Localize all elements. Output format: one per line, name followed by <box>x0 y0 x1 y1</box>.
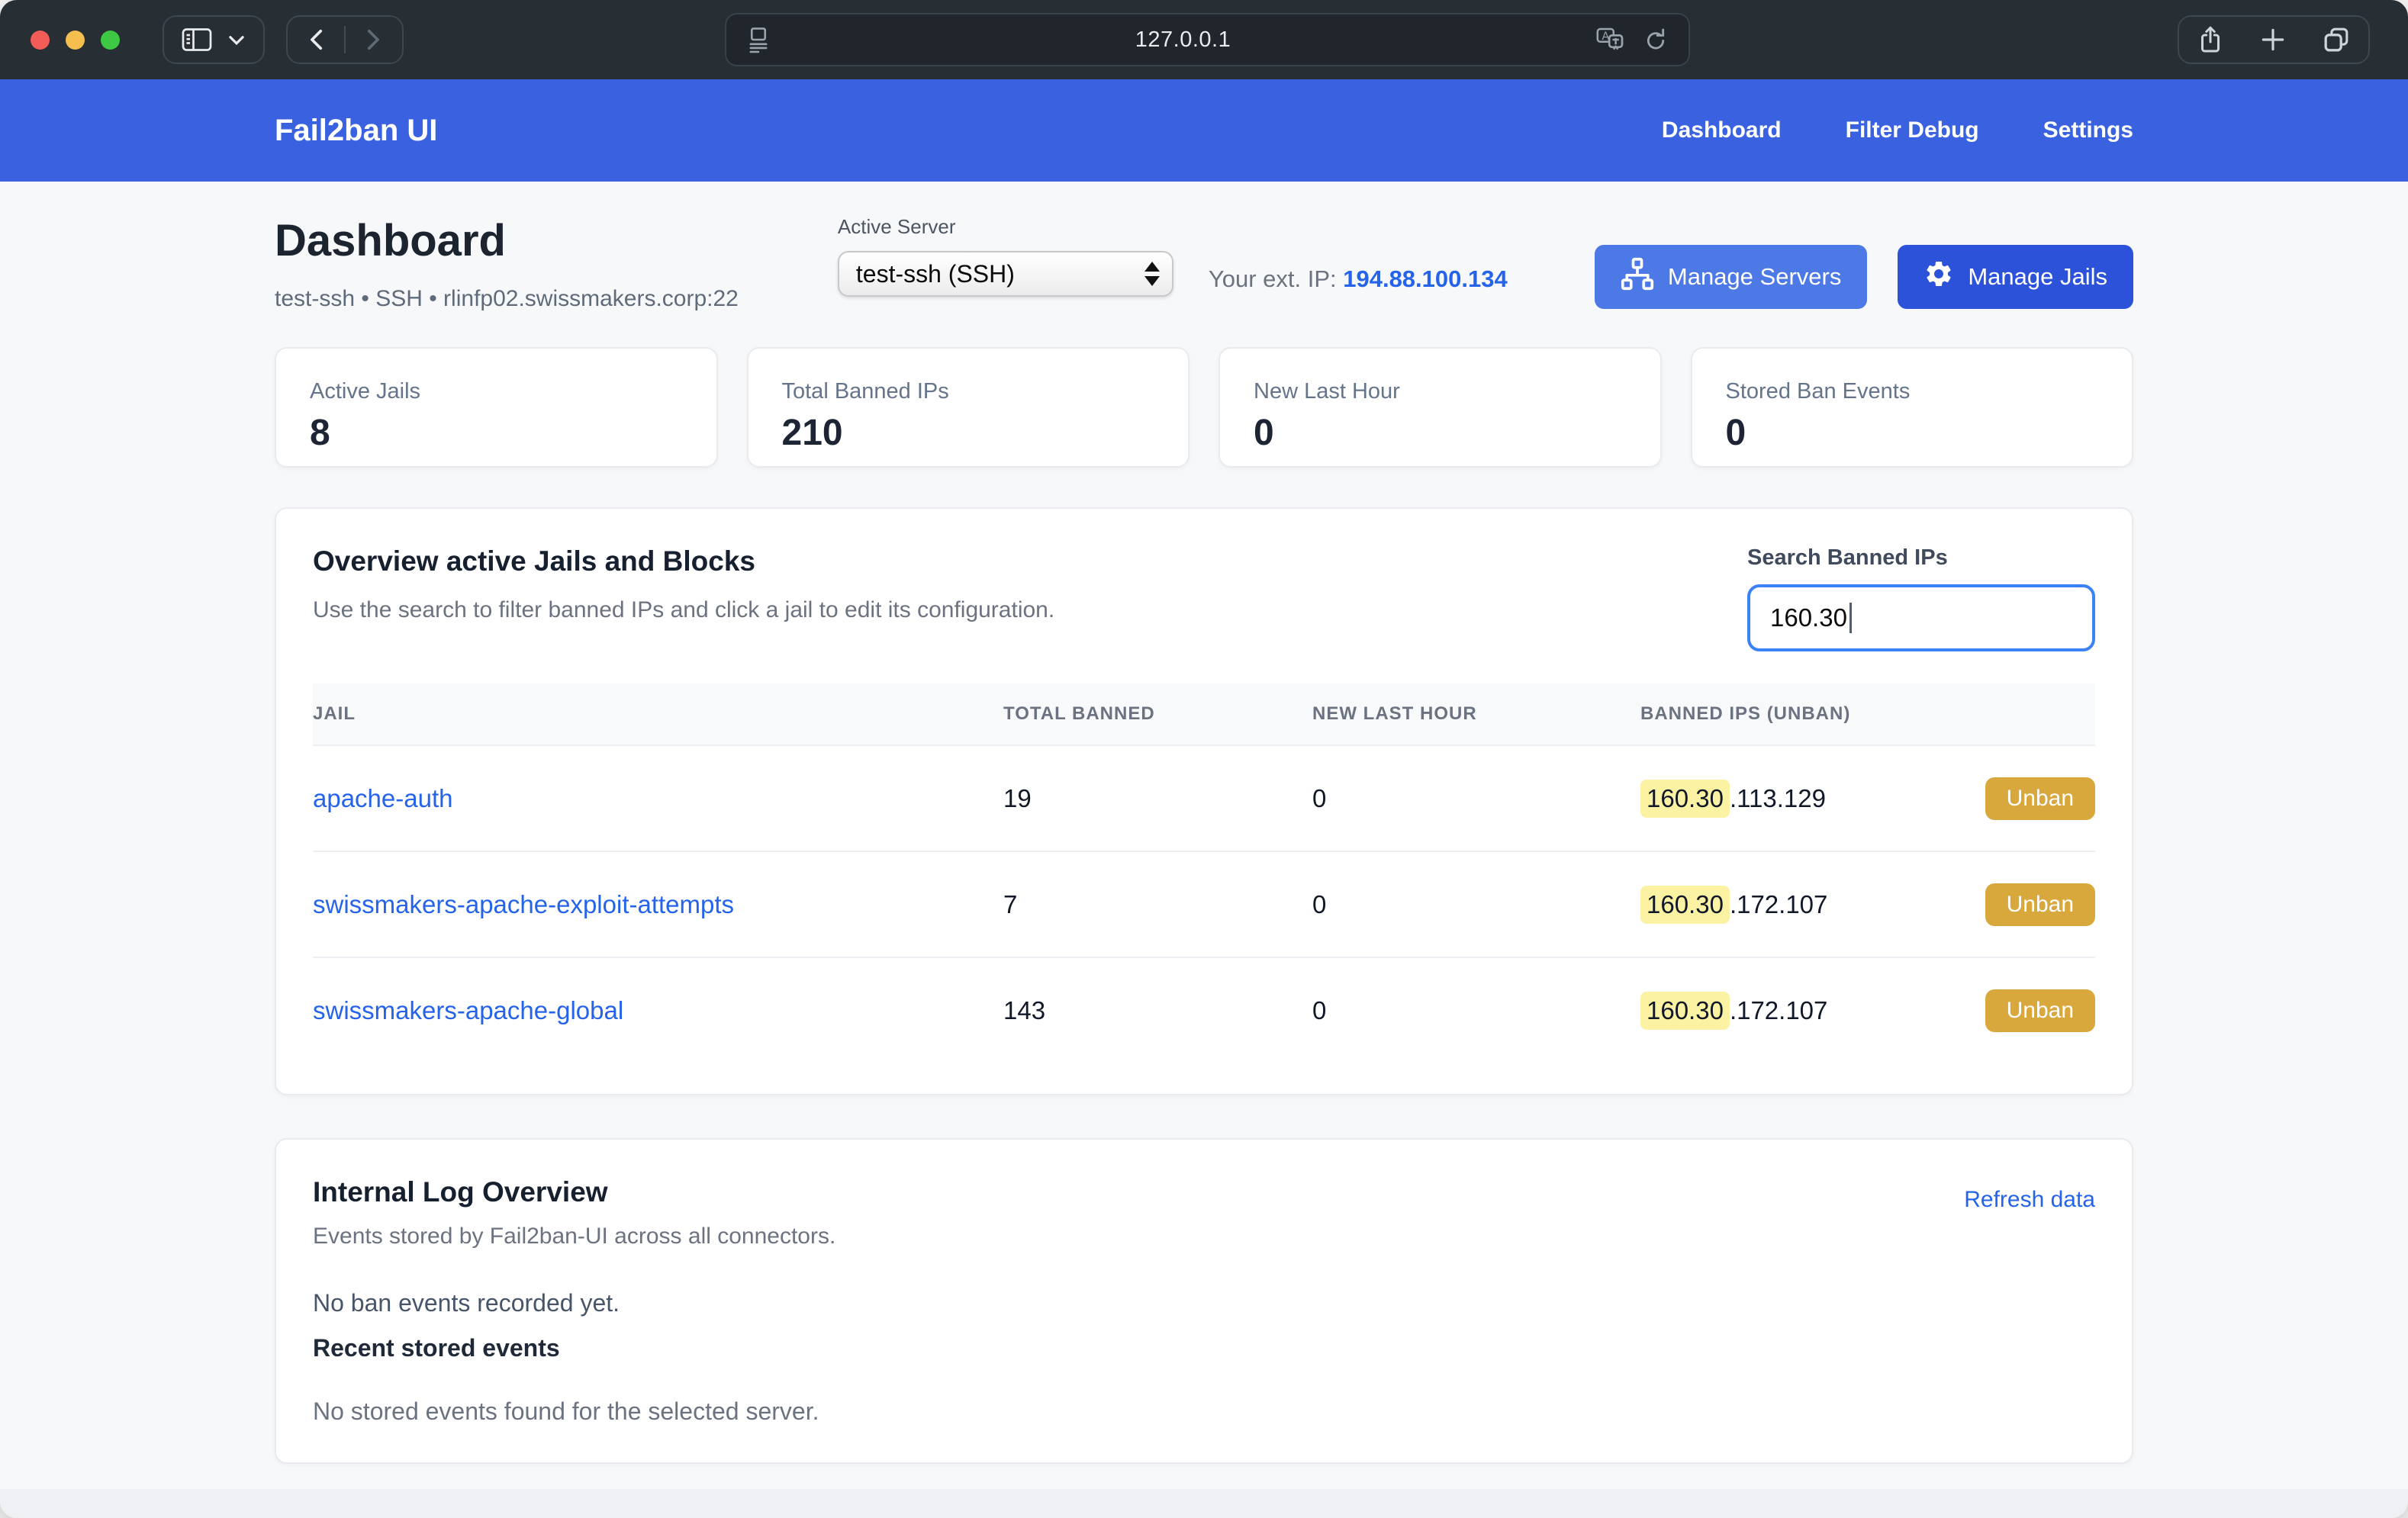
search-input-value: 160.30 <box>1770 603 1847 632</box>
nav-item-settings[interactable]: Settings <box>2043 117 2133 143</box>
manage-jails-button[interactable]: Manage Jails <box>1898 245 2133 309</box>
log-title: Internal Log Overview <box>313 1176 835 1208</box>
stat-label: Stored Ban Events <box>1726 379 2099 404</box>
no-stored-events-text: No stored events found for the selected … <box>313 1397 2095 1426</box>
search-banned-ips-input[interactable]: 160.30 <box>1747 584 2095 651</box>
app-brand[interactable]: Fail2ban UI <box>275 114 437 148</box>
stat-value: 210 <box>782 412 1155 454</box>
sitemap-icon <box>1621 257 1654 297</box>
window-bottom-strip <box>0 1489 2408 1518</box>
new-last-hour-value: 0 <box>1312 957 1640 1063</box>
search-banned-ips-label: Search Banned IPs <box>1747 545 2095 571</box>
column-new-last-hour: NEW LAST HOUR <box>1312 683 1640 745</box>
overview-title: Overview active Jails and Blocks <box>313 545 1054 577</box>
minimize-window-button[interactable] <box>66 31 85 50</box>
jails-table: JAIL TOTAL BANNED NEW LAST HOUR BANNED I… <box>313 683 2095 1063</box>
stat-card-stored-ban-events: Stored Ban Events 0 <box>1691 347 2134 468</box>
page-subtitle: test-ssh • SSH • rlinfp02.swissmakers.co… <box>275 286 739 312</box>
overview-card: Overview active Jails and Blocks Use the… <box>275 507 2133 1095</box>
new-tab-icon[interactable] <box>2258 25 2287 54</box>
close-window-button[interactable] <box>31 31 50 50</box>
forward-button[interactable] <box>359 24 385 55</box>
back-button[interactable] <box>304 24 330 55</box>
table-header-row: JAIL TOTAL BANNED NEW LAST HOUR BANNED I… <box>313 683 2095 745</box>
history-nav-group <box>286 15 404 64</box>
toolbar-right-group <box>2178 15 2370 64</box>
no-ban-events-text: No ban events recorded yet. <box>313 1289 2095 1317</box>
stat-label: Active Jails <box>310 379 683 404</box>
stat-card-active-jails: Active Jails 8 <box>275 347 718 468</box>
stat-card-total-banned: Total Banned IPs 210 <box>747 347 1190 468</box>
address-bar[interactable]: 127.0.0.1 A <box>725 13 1690 66</box>
chevron-down-icon <box>227 32 246 47</box>
ip-highlight: 160.30 <box>1640 886 1730 924</box>
new-last-hour-value: 0 <box>1312 851 1640 957</box>
column-total-banned: TOTAL BANNED <box>1003 683 1312 745</box>
tab-overview-icon[interactable] <box>2321 24 2352 55</box>
page-header: Dashboard test-ssh • SSH • rlinfp02.swis… <box>275 182 2133 312</box>
jail-link[interactable]: swissmakers-apache-global <box>313 996 623 1024</box>
active-server-value: test-ssh (SSH) <box>856 260 1144 288</box>
unban-button[interactable]: Unban <box>1985 777 2095 820</box>
sidebar-toggle-group[interactable] <box>163 15 265 64</box>
total-banned-value: 7 <box>1003 851 1312 957</box>
ip-rest: .172.107 <box>1730 890 1827 919</box>
overview-subtitle: Use the search to filter banned IPs and … <box>313 597 1054 623</box>
ip-highlight: 160.30 <box>1640 780 1730 818</box>
unban-button[interactable]: Unban <box>1985 883 2095 926</box>
stat-value: 0 <box>1726 412 2099 454</box>
column-banned-ips: BANNED IPS (UNBAN) <box>1640 683 2095 745</box>
nav-item-dashboard[interactable]: Dashboard <box>1662 117 1782 143</box>
internal-log-card: Internal Log Overview Events stored by F… <box>275 1138 2133 1464</box>
ip-rest: .172.107 <box>1730 996 1827 1025</box>
stat-value: 0 <box>1254 412 1627 454</box>
stat-card-new-last-hour: New Last Hour 0 <box>1218 347 1662 468</box>
manage-jails-label: Manage Jails <box>1968 263 2107 291</box>
log-subtitle: Events stored by Fail2ban-UI across all … <box>313 1224 835 1249</box>
manage-servers-button[interactable]: Manage Servers <box>1595 245 1867 309</box>
total-banned-value: 143 <box>1003 957 1312 1063</box>
nav-item-filter-debug[interactable]: Filter Debug <box>1846 117 1979 143</box>
select-arrows-icon <box>1144 262 1160 286</box>
recent-stored-events-heading: Recent stored events <box>313 1334 2095 1362</box>
external-ip-link[interactable]: 194.88.100.134 <box>1343 265 1508 292</box>
ip-highlight: 160.30 <box>1640 992 1730 1030</box>
table-row: apache-auth 19 0 160.30 .113.129 Unban <box>313 745 2095 851</box>
url-text[interactable]: 127.0.0.1 <box>771 27 1595 53</box>
stat-value: 8 <box>310 412 683 454</box>
active-server-label: Active Server <box>838 215 1173 239</box>
app-navbar: Fail2ban UI Dashboard Filter Debug Setti… <box>0 79 2408 182</box>
gear-icon <box>1924 259 1954 295</box>
external-ip-label: Your ext. IP: <box>1209 265 1337 292</box>
table-row: swissmakers-apache-global 143 0 160.30 .… <box>313 957 2095 1063</box>
page-content: Dashboard test-ssh • SSH • rlinfp02.swis… <box>0 182 2408 1489</box>
new-last-hour-value: 0 <box>1312 745 1640 851</box>
text-cursor <box>1849 603 1852 633</box>
external-ip: Your ext. IP: 194.88.100.134 <box>1209 265 1508 293</box>
share-icon[interactable] <box>2196 24 2225 56</box>
active-server-select[interactable]: test-ssh (SSH) <box>838 251 1173 297</box>
browser-window: 127.0.0.1 A <box>0 0 2408 1518</box>
browser-chrome: 127.0.0.1 A <box>0 0 2408 79</box>
table-row: swissmakers-apache-exploit-attempts 7 0 … <box>313 851 2095 957</box>
manage-servers-label: Manage Servers <box>1668 263 1841 291</box>
ip-rest: .113.129 <box>1730 784 1826 813</box>
sidebar-icon <box>181 26 213 53</box>
page-title: Dashboard <box>275 215 739 266</box>
traffic-lights <box>31 31 120 50</box>
column-jail: JAIL <box>313 683 1003 745</box>
stat-label: Total Banned IPs <box>782 379 1155 404</box>
total-banned-value: 19 <box>1003 745 1312 851</box>
jail-link[interactable]: swissmakers-apache-exploit-attempts <box>313 890 734 918</box>
jail-link[interactable]: apache-auth <box>313 784 452 812</box>
translate-icon[interactable]: A <box>1595 25 1627 54</box>
stat-cards: Active Jails 8 Total Banned IPs 210 New … <box>275 347 2133 468</box>
stat-label: New Last Hour <box>1254 379 1627 404</box>
refresh-data-link[interactable]: Refresh data <box>1964 1187 2095 1213</box>
zoom-window-button[interactable] <box>101 31 120 50</box>
reader-icon[interactable] <box>746 25 771 54</box>
unban-button[interactable]: Unban <box>1985 989 2095 1032</box>
reload-icon[interactable] <box>1643 26 1669 53</box>
nav-divider <box>344 26 346 53</box>
